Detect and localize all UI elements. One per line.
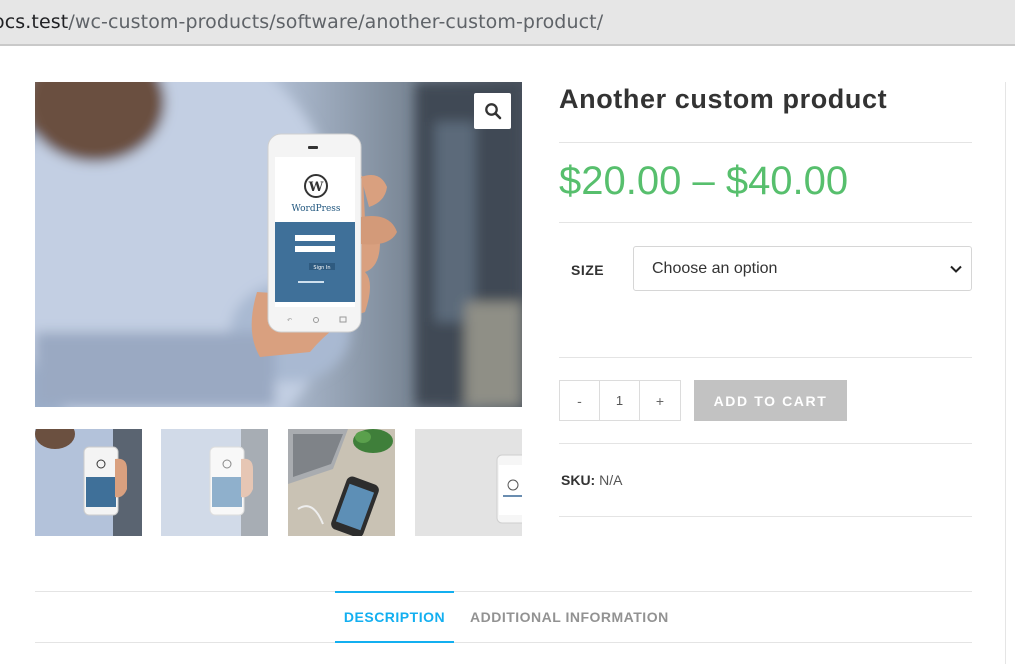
qty-input[interactable]: 1 [600,381,640,420]
tab-additional-information[interactable]: ADDITIONAL INFORMATION [470,591,669,643]
qty-minus-button[interactable]: - [560,381,600,420]
content-border [1005,82,1006,664]
sku-line: SKU: N/A [561,472,622,488]
phone-in-hand-faded-thumb [161,429,268,536]
thumbnail-4[interactable] [415,429,522,536]
divider [559,516,972,517]
divider [559,357,972,358]
sku-label: SKU: [561,472,596,488]
magnifier-icon [484,103,501,120]
thumbnail-1[interactable] [35,429,142,536]
url-text[interactable]: ocs.test/wc-custom-products/software/ano… [0,11,603,33]
product-main-image[interactable]: W WordPress Sign In ↶ [35,82,522,407]
divider [559,142,972,143]
thumbnail-2[interactable] [161,429,268,536]
product-price: $20.00 – $40.00 [559,159,849,203]
add-to-cart-button[interactable]: ADD TO CART [694,380,847,421]
url-path: /wc-custom-products/software/another-cus… [68,11,604,33]
product-title: Another custom product [559,84,888,114]
qty-plus-button[interactable]: + [640,381,680,420]
url-host: ocs.test [0,11,69,33]
phone-in-hand-thumb [35,429,142,536]
phone-brand-text: WordPress [291,204,340,214]
svg-text:W: W [308,180,324,195]
size-select-value: Choose an option [652,260,778,277]
divider [559,222,972,223]
thumbnail-3[interactable] [288,429,395,536]
divider [559,443,972,444]
address-bar[interactable]: ocs.test/wc-custom-products/software/ano… [0,0,1015,46]
phone-in-hand-image: W WordPress Sign In ↶ [35,82,522,407]
sku-value: N/A [599,472,623,488]
zoom-button[interactable] [474,93,511,129]
tab-description[interactable]: DESCRIPTION [335,591,454,643]
svg-text:↶: ↶ [287,317,292,324]
size-select[interactable]: Choose an option [633,246,972,291]
desk-with-phone-thumb [288,429,395,536]
phone-login-text: Sign In [313,265,330,271]
size-label: SIZE [571,262,605,278]
phone-corner-thumb [415,429,522,536]
quantity-stepper[interactable]: - 1 + [559,380,681,421]
chevron-down-icon [950,265,962,273]
